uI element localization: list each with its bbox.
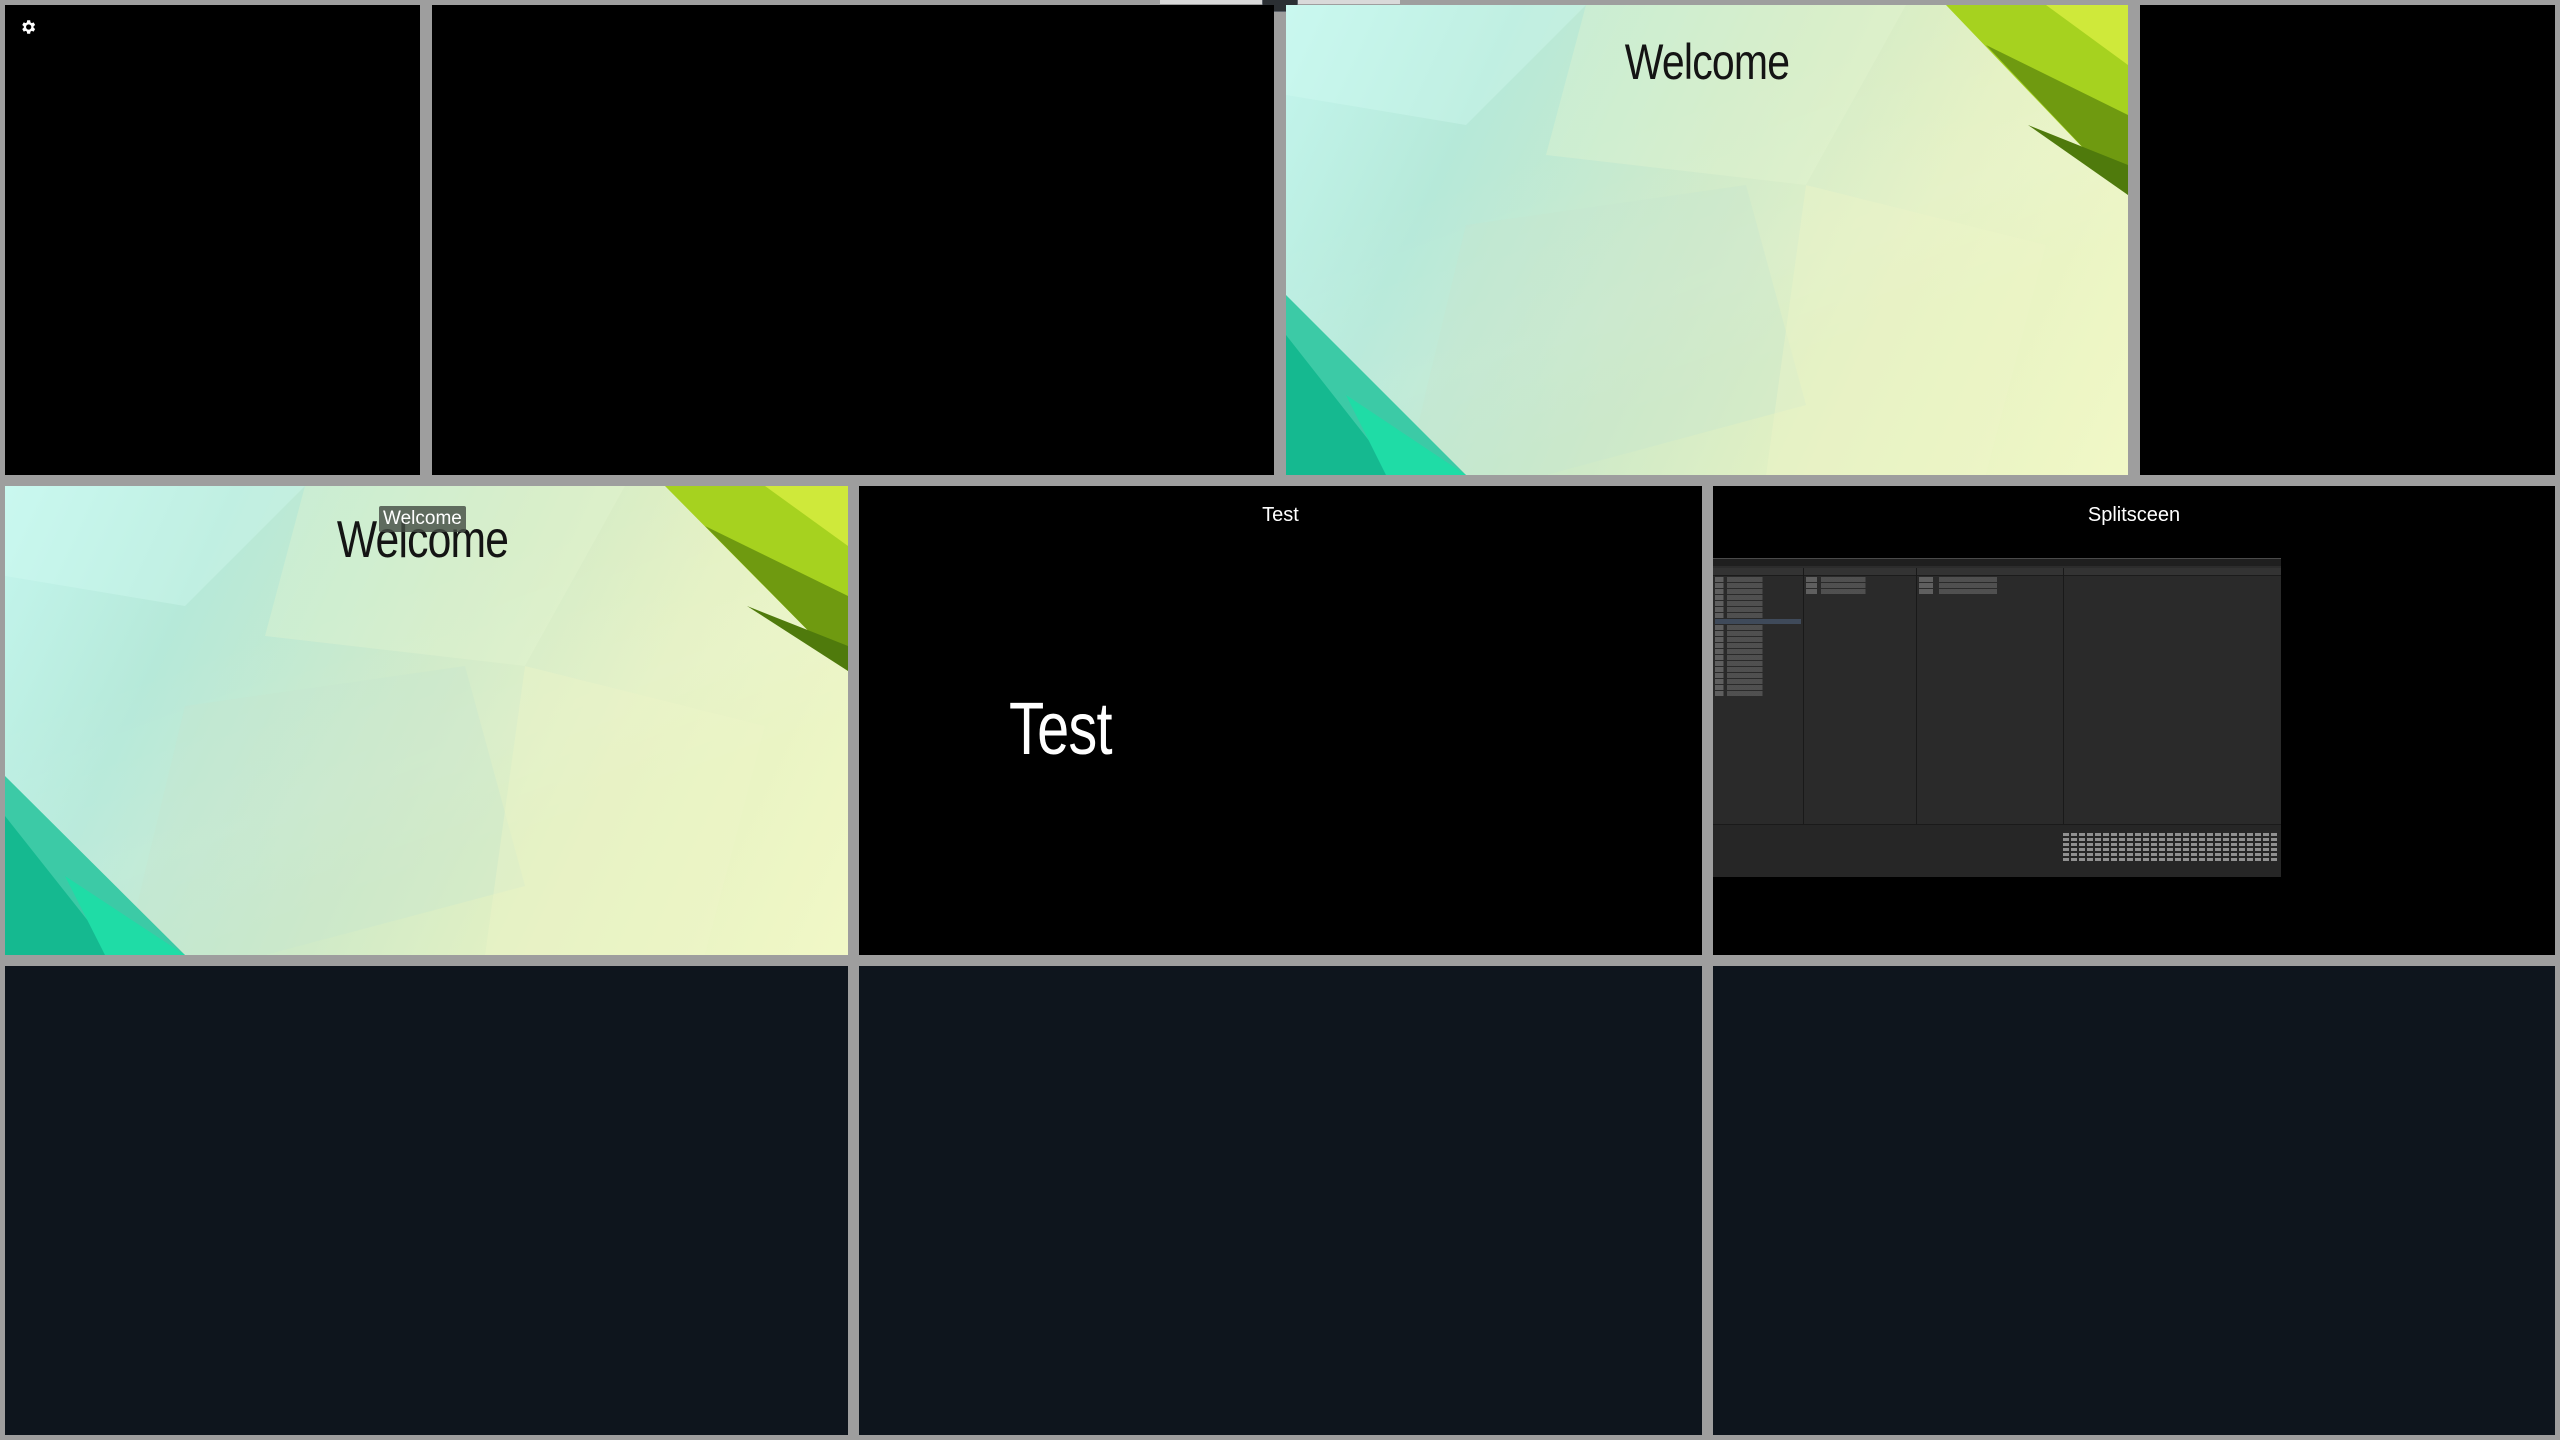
tile-row2-splitscreen[interactable]: Splitsceen (1713, 486, 2555, 955)
tile-row3-col2[interactable] (859, 966, 1702, 1435)
embedded-ide-screenshot (1713, 558, 2281, 877)
ide-outline-panel (1917, 568, 2064, 825)
tile-row2-test[interactable]: Test Test (859, 486, 1702, 955)
ide-properties-panel (1804, 568, 1917, 825)
gear-icon[interactable] (19, 18, 37, 36)
slide-content-text: Test (1009, 687, 1113, 770)
ide-console-panel (1713, 824, 2281, 877)
ide-project-panel (1713, 568, 1804, 825)
tile-row3-col1[interactable] (5, 966, 848, 1435)
tile-label: Welcome (379, 506, 466, 532)
tile-row1-col4[interactable] (2140, 5, 2555, 475)
slide-title: Welcome (1624, 34, 1790, 90)
ide-titlebar (1713, 559, 2281, 566)
tile-row1-col2[interactable] (432, 5, 1274, 475)
ide-editor-panel (2064, 568, 2281, 825)
tile-row1-col1[interactable] (5, 5, 420, 475)
tile-row3-col3[interactable] (1713, 966, 2555, 1435)
tile-row2-welcome-slide[interactable]: Welcome Welcome (5, 486, 848, 955)
tile-caption: Test (1262, 504, 1299, 526)
tile-row1-welcome-slide[interactable]: Welcome (1286, 5, 2128, 475)
tile-caption: Splitsceen (2087, 504, 2181, 526)
